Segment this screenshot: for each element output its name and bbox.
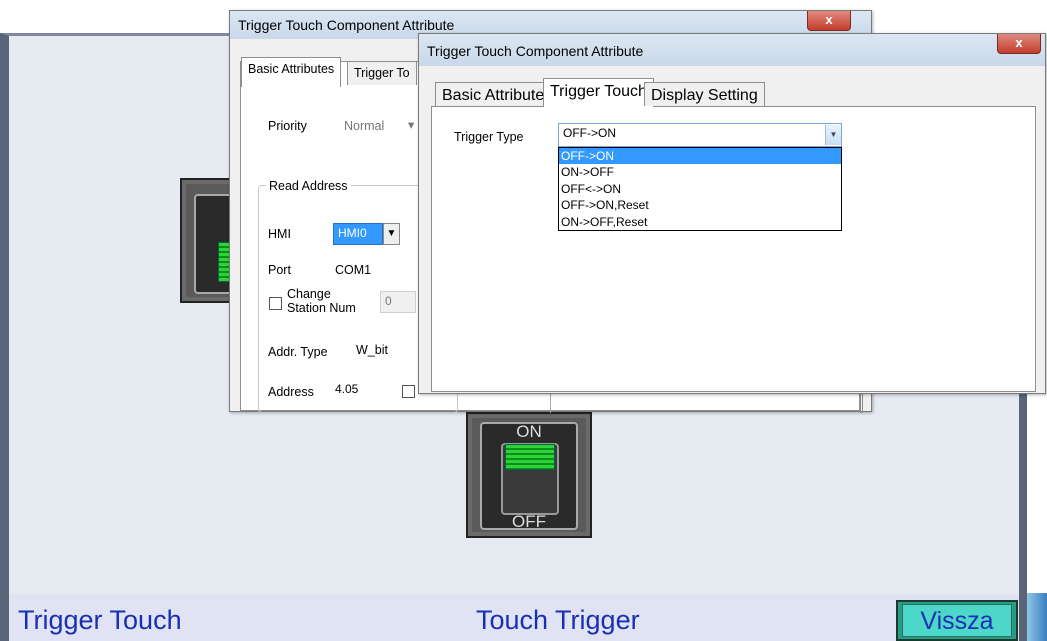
front-dialog: Trigger Touch Component Attribute x Basi… (418, 33, 1046, 394)
hmi-label: HMI (268, 227, 291, 241)
back-dialog-title: Trigger Touch Component Attribute (238, 17, 455, 33)
switch-on-label: ON (516, 422, 542, 441)
hmi-title-left: Trigger Touch (18, 605, 182, 635)
port-value: COM1 (335, 263, 372, 277)
front-tab-trigger[interactable]: Trigger Touch (543, 78, 654, 107)
addr-type-label: Addr. Type (268, 345, 328, 359)
priority-value[interactable]: Normal (344, 119, 384, 133)
trigger-option[interactable]: OFF<->ON (559, 181, 841, 197)
back-tab-basic[interactable]: Basic Attributes (241, 57, 342, 87)
front-dialog-title: Trigger Touch Component Attribute (427, 43, 644, 59)
trigger-type-select[interactable]: OFF->ON (558, 123, 842, 147)
trigger-type-dropdown-icon[interactable]: ▼ (825, 125, 841, 145)
trigger-option[interactable]: ON->OFF (559, 164, 841, 180)
back-close-button[interactable]: x (807, 11, 851, 31)
read-address-label: Read Address (266, 179, 351, 193)
trigger-option[interactable]: OFF->ON,Reset (559, 197, 841, 213)
address-label: Address (268, 385, 314, 399)
system-register-checkbox[interactable] (402, 385, 415, 398)
desktop-edge (1027, 593, 1047, 641)
hmi-title-center: Touch Trigger (476, 605, 640, 635)
port-label: Port (268, 263, 291, 277)
front-dialog-titlebar: Trigger Touch Component Attribute x (419, 34, 1045, 66)
change-station-checkbox[interactable] (269, 297, 282, 310)
trigger-option[interactable]: ON->OFF,Reset (559, 214, 841, 230)
front-tab-basic[interactable]: Basic Attributes (435, 82, 560, 106)
scrollbar-edge (860, 391, 863, 413)
hmi-select[interactable]: HMI0 (333, 223, 383, 245)
right-group-edge (550, 391, 850, 413)
change-station-label: Change Station Num (287, 287, 356, 315)
address-field[interactable]: 4.05 (330, 379, 394, 401)
trigger-option[interactable]: OFF->ON (559, 148, 841, 165)
priority-dropdown-icon[interactable]: ▾ (408, 117, 414, 132)
toggle-switch[interactable]: ON OFF (466, 412, 592, 538)
back-button[interactable]: Vissza (896, 600, 1018, 641)
trigger-type-list: OFF->ON ON->OFF OFF<->ON OFF->ON,Reset ON->O… (558, 147, 842, 231)
station-num-field[interactable]: 0 (380, 291, 416, 313)
switch-lamp (505, 444, 555, 470)
back-button-label: Vissza (902, 604, 1012, 637)
priority-label: Priority (268, 119, 307, 133)
front-tab-display[interactable]: Display Setting (644, 82, 765, 106)
hmi-dropdown-icon[interactable]: ▼ (383, 223, 400, 245)
addr-type-value[interactable]: W_bit (356, 343, 388, 357)
back-tab-trigger[interactable]: Trigger To (347, 61, 417, 85)
trigger-type-label: Trigger Type (454, 130, 524, 144)
front-close-button[interactable]: x (997, 34, 1041, 54)
switch-off-label: OFF (512, 512, 546, 531)
